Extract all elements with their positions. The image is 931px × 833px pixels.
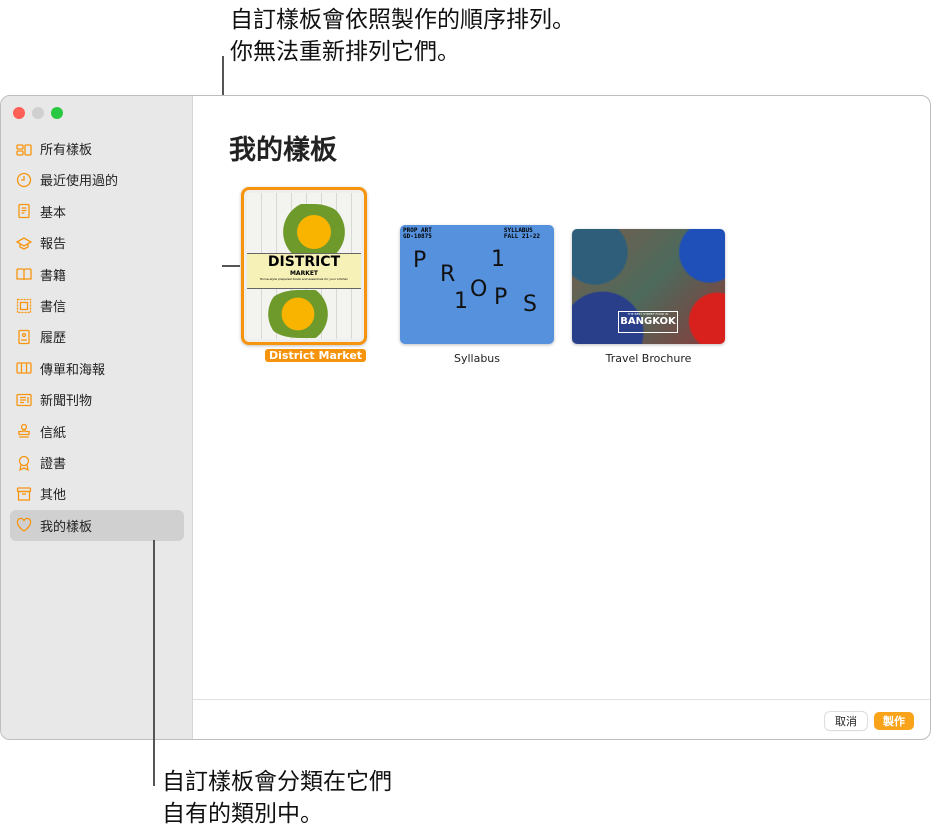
sidebar-item[interactable]: 最近使用過的 [10,164,184,195]
callout-line: 你無法重新排列它們。 [230,39,460,65]
resume-icon [18,329,30,345]
sidebar-item[interactable]: 書信 [10,290,184,321]
sidebar-item-label: 信紙 [40,425,67,441]
document-icon [18,204,30,219]
sidebar-item-label: 傳單和海報 [40,362,106,378]
sidebar-item-label: 基本 [40,205,67,221]
sidebar-item-label: 新聞刊物 [40,394,93,410]
grid-icon [16,143,32,156]
sidebar-item-label: 報告 [40,237,67,253]
letter-icon [16,298,32,313]
book-icon [16,268,32,281]
flyer-icon [16,362,32,374]
sidebar-item-label: 其他 [40,488,67,504]
sidebar-item-label: 我的樣板 [40,519,93,535]
box-icon [16,487,32,501]
sidebar-item[interactable]: 所有樣板 [10,133,184,164]
sidebar-item[interactable]: 信紙 [10,416,184,447]
create-button[interactable]: 製作 [874,712,914,730]
cover-subtitle: MARKET [289,270,319,277]
cover-title: BANGKOK [620,316,676,327]
footer: 取消 製作 [193,699,930,739]
sidebar: 所有樣板最近使用過的 基本報告書籍書信履歷傳單和海報新聞刊物信紙證書其他我的樣板 [1,96,193,739]
cover-text: GD-10875 [403,233,432,240]
clock-icon [16,172,32,188]
sidebar-item-label: 最近使用過的 [40,174,119,190]
cover-text: FALL 21-22 [503,233,540,240]
cover-letter: S [523,292,537,317]
cover-title: DISTRICT [267,254,341,270]
cover-letter: P [413,248,427,273]
sidebar-item[interactable]: 我的樣板 [10,509,184,541]
sidebar-item[interactable]: 其他 [10,478,184,509]
sidebar-item[interactable]: 基本 [10,196,184,227]
sidebar-item[interactable]: 新聞刊物 [10,384,184,415]
callout-line: 自訂樣板會依照製作的順序排列。 [230,7,575,33]
template-chooser-window: 所有樣板 最近使用過的 基本 報告 書籍 書信 履歷 傳單和海報 新聞刊物 信紙 證書 其他 我的樣板 … [0,95,931,740]
cover-letter: O [470,277,488,302]
callout-bottom: 自訂樣板會分類在它們 自有的類別中。 [162,766,392,830]
cover-letter: R [440,262,456,287]
callout-line: 自訂樣板會分類在它們 [162,769,392,795]
template-travel-brochure[interactable]: THE BEST STREET FOOD IN BANGKOK [572,229,725,344]
heart-icon [16,518,32,533]
callout-line: 自有的類別中。 [162,801,323,827]
cover-letter: 1 [454,289,468,314]
stamp-icon [18,423,30,438]
cover-tagline: Home-style prepared foods and essentials… [259,277,349,281]
callout-leader [222,265,240,267]
cover-letter: P [494,285,508,310]
callout-top: 自訂樣板會依照製作的順序排列。 你無法重新排列它們。 [230,4,575,68]
template-syllabus[interactable]: PROP ART GD-10875 SYLLABUS FALL 21-22 P R … [400,225,554,344]
template-label[interactable]: District Market [265,349,367,362]
sidebar-item[interactable]: 傳單和海報 [10,353,184,384]
graduation-cap-icon [16,236,32,250]
cover-letter: 1 [491,247,505,272]
sidebar-item[interactable]: 證書 [10,447,184,478]
template-label[interactable]: Syllabus [400,352,554,365]
sidebar-item[interactable]: 履歷 [10,321,184,352]
zoom-button[interactable] [51,107,63,119]
template-district-market[interactable]: DISTRICT MARKET Home-style prepared food… [241,187,367,345]
minimize-button[interactable] [32,107,44,119]
sidebar-item[interactable]: 書籍 [10,259,184,290]
sidebar-item-label: 所有樣板 [40,143,93,158]
sidebar-item-label: 書籍 [40,268,67,284]
sidebar-item-label: 履歷 [40,331,67,347]
cancel-button[interactable]: 取消 [825,712,867,730]
sidebar-item-label: 證書 [40,457,67,472]
page-title: 我的樣板 [229,135,337,166]
template-label[interactable]: Travel Brochure [572,352,725,365]
sidebar-item-label: 書信 [40,300,67,315]
newsletter-icon [16,393,32,406]
close-button[interactable] [13,107,25,119]
sidebar-item[interactable]: 報告 [10,227,184,258]
ribbon-icon [18,455,30,471]
callout-leader [153,540,155,786]
